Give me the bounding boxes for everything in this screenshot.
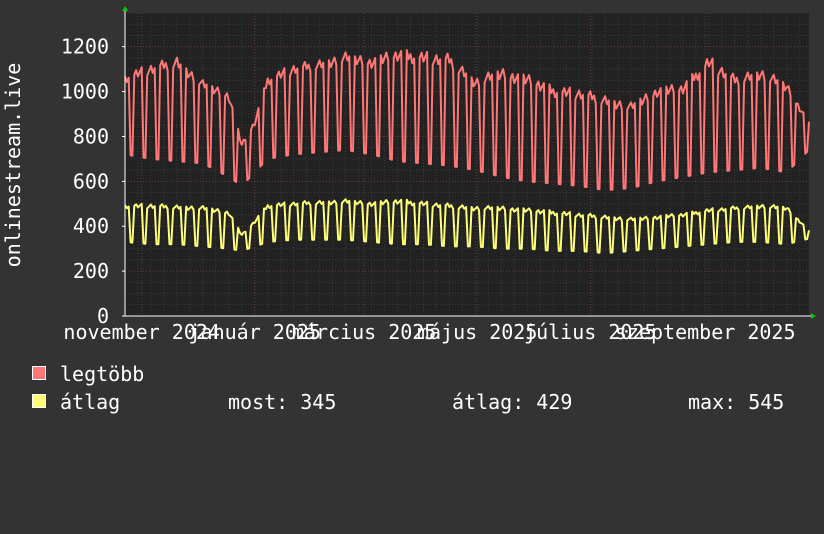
- x-tick-label: május 2025: [417, 320, 537, 344]
- y-tick-label: 1000: [61, 80, 109, 104]
- y-tick-label: 600: [73, 169, 109, 193]
- y-axis-arrow: [122, 6, 128, 11]
- y-tick-label: 1200: [61, 35, 109, 59]
- x-axis-arrow: [811, 313, 816, 319]
- x-tick-label: március 2025: [292, 320, 437, 344]
- stat-now: most: 345: [228, 390, 337, 414]
- y-tick-label: 400: [73, 214, 109, 238]
- legend-label-avg: átlag: [60, 390, 121, 414]
- legend-swatch-max: [32, 366, 46, 380]
- y-tick-labels: 020040060080010001200: [61, 35, 109, 328]
- y-tick-label: 200: [73, 259, 109, 283]
- stat-average: átlag: 429: [452, 390, 573, 414]
- legend-item-avg: átlag most: 345 átlag: 429 max: 545: [32, 390, 792, 414]
- x-tick-labels: november 2024január 2025március 2025máju…: [63, 320, 795, 344]
- legend-swatch-avg: [32, 394, 46, 408]
- legend-item-max: legtöbb: [32, 362, 792, 386]
- y-tick-label: 800: [73, 124, 109, 148]
- stat-maximum: max: 545: [688, 390, 785, 414]
- y-axis-label: onlinestream.live: [1, 62, 25, 268]
- x-tick-label: szeptember 2025: [615, 320, 796, 344]
- legend-label-max: legtöbb: [60, 362, 145, 386]
